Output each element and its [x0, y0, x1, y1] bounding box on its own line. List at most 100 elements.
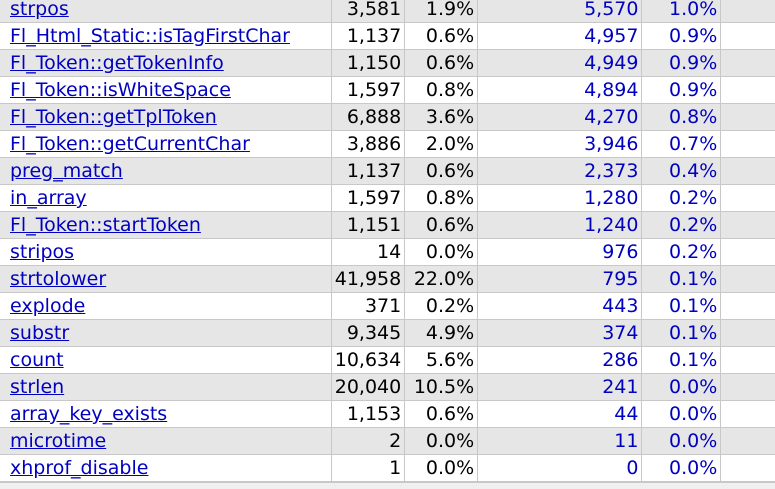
extra-cell: [720, 184, 775, 212]
function-link[interactable]: strlen: [10, 376, 64, 398]
table-row: xhprof_disable 1 0.0% 0 0.0%: [0, 454, 775, 482]
function-name-cell: xhprof_disable: [0, 454, 332, 482]
excl-time-cell: 1,280: [477, 184, 643, 212]
calls-cell: 3,886: [331, 130, 406, 158]
calls-percent-cell: 0.0%: [404, 454, 479, 482]
calls-cell: 1,137: [331, 157, 406, 185]
calls-cell: 10,634: [331, 346, 406, 374]
function-name-cell: stripos: [0, 238, 332, 266]
excl-time-percent-cell: 0.1%: [641, 292, 722, 320]
excl-time-percent-cell: 0.7%: [641, 130, 722, 158]
calls-cell: 1,153: [331, 400, 406, 428]
table-row: microtime 2 0.0% 11 0.0%: [0, 427, 775, 455]
function-name-cell: Fl_Token::startToken: [0, 211, 332, 239]
calls-cell: 20,040: [331, 373, 406, 401]
function-link[interactable]: substr: [10, 322, 69, 344]
excl-time-percent-cell: 0.0%: [641, 373, 722, 401]
calls-cell: 9,345: [331, 319, 406, 347]
function-link[interactable]: count: [10, 349, 64, 371]
excl-time-cell: 976: [477, 238, 643, 266]
extra-cell: [720, 292, 775, 320]
excl-time-cell: 241: [477, 373, 643, 401]
excl-time-percent-cell: 0.0%: [641, 454, 722, 482]
function-link[interactable]: preg_match: [10, 160, 123, 182]
extra-cell: [720, 0, 775, 23]
table-row: Fl_Token::getTokenInfo 1,150 0.6% 4,949 0.9%: [0, 49, 775, 77]
function-name-cell: strlen: [0, 373, 332, 401]
function-link[interactable]: strpos: [10, 0, 69, 20]
table-row: strtolower 41,958 22.0% 795 0.1%: [0, 265, 775, 293]
function-link[interactable]: array_key_exists: [10, 403, 167, 425]
excl-time-cell: 795: [477, 265, 643, 293]
function-link[interactable]: Fl_Token::getTplToken: [10, 106, 217, 128]
function-link[interactable]: Fl_Html_Static::isTagFirstChar: [10, 25, 290, 47]
table-row: array_key_exists 1,153 0.6% 44 0.0%: [0, 400, 775, 428]
excl-time-cell: 286: [477, 346, 643, 374]
calls-percent-cell: 1.9%: [404, 0, 479, 23]
excl-time-cell: 44: [477, 400, 643, 428]
excl-time-cell: 4,949: [477, 49, 643, 77]
excl-time-percent-cell: 0.1%: [641, 319, 722, 347]
function-name-cell: microtime: [0, 427, 332, 455]
function-name-cell: strtolower: [0, 265, 332, 293]
extra-cell: [720, 238, 775, 266]
function-name-cell: in_array: [0, 184, 332, 212]
calls-cell: 1,597: [331, 76, 406, 104]
table-row: strlen 20,040 10.5% 241 0.0%: [0, 373, 775, 401]
calls-percent-cell: 0.6%: [404, 49, 479, 77]
calls-cell: 2: [331, 427, 406, 455]
function-link[interactable]: stripos: [10, 241, 74, 263]
function-link[interactable]: Fl_Token::getTokenInfo: [10, 52, 224, 74]
extra-cell: [720, 157, 775, 185]
calls-percent-cell: 5.6%: [404, 346, 479, 374]
excl-time-percent-cell: 0.1%: [641, 346, 722, 374]
excl-time-cell: 3,946: [477, 130, 643, 158]
function-link[interactable]: microtime: [10, 430, 106, 452]
excl-time-cell: 0: [477, 454, 643, 482]
extra-cell: [720, 427, 775, 455]
excl-time-cell: 4,270: [477, 103, 643, 131]
excl-time-percent-cell: 0.8%: [641, 103, 722, 131]
function-name-cell: Fl_Token::getTokenInfo: [0, 49, 332, 77]
calls-percent-cell: 0.6%: [404, 211, 479, 239]
function-link[interactable]: strtolower: [10, 268, 106, 290]
excl-time-cell: 1,240: [477, 211, 643, 239]
extra-cell: [720, 400, 775, 428]
extra-cell: [720, 211, 775, 239]
function-link[interactable]: Fl_Token::getCurrentChar: [10, 133, 250, 155]
excl-time-cell: 4,957: [477, 22, 643, 50]
function-name-cell: substr: [0, 319, 332, 347]
calls-percent-cell: 0.0%: [404, 427, 479, 455]
function-name-cell: explode: [0, 292, 332, 320]
extra-cell: [720, 373, 775, 401]
excl-time-percent-cell: 0.9%: [641, 49, 722, 77]
table-row: strpos 3,581 1.9% 5,570 1.0%: [0, 0, 775, 23]
excl-time-cell: 443: [477, 292, 643, 320]
function-link[interactable]: Fl_Token::startToken: [10, 214, 201, 236]
calls-percent-cell: 0.8%: [404, 184, 479, 212]
table-body: strpos 3,581 1.9% 5,570 1.0% Fl_Html_Static::…: [0, 0, 775, 482]
function-name-cell: Fl_Html_Static::isTagFirstChar: [0, 22, 332, 50]
calls-percent-cell: 0.6%: [404, 157, 479, 185]
excl-time-cell: 11: [477, 427, 643, 455]
calls-cell: 6,888: [331, 103, 406, 131]
function-link[interactable]: Fl_Token::isWhiteSpace: [10, 79, 231, 101]
excl-time-percent-cell: 0.2%: [641, 184, 722, 212]
calls-percent-cell: 4.9%: [404, 319, 479, 347]
extra-cell: [720, 22, 775, 50]
excl-time-percent-cell: 1.0%: [641, 0, 722, 23]
function-name-cell: Fl_Token::isWhiteSpace: [0, 76, 332, 104]
function-link[interactable]: xhprof_disable: [10, 457, 148, 479]
calls-cell: 1,151: [331, 211, 406, 239]
table-row: explode 371 0.2% 443 0.1%: [0, 292, 775, 320]
function-name-cell: array_key_exists: [0, 400, 332, 428]
excl-time-percent-cell: 0.9%: [641, 22, 722, 50]
calls-percent-cell: 0.6%: [404, 400, 479, 428]
calls-cell: 3,581: [331, 0, 406, 23]
function-link[interactable]: explode: [10, 295, 85, 317]
function-link[interactable]: in_array: [10, 187, 87, 209]
excl-time-cell: 4,894: [477, 76, 643, 104]
calls-percent-cell: 0.0%: [404, 238, 479, 266]
extra-cell: [720, 49, 775, 77]
excl-time-percent-cell: 0.4%: [641, 157, 722, 185]
